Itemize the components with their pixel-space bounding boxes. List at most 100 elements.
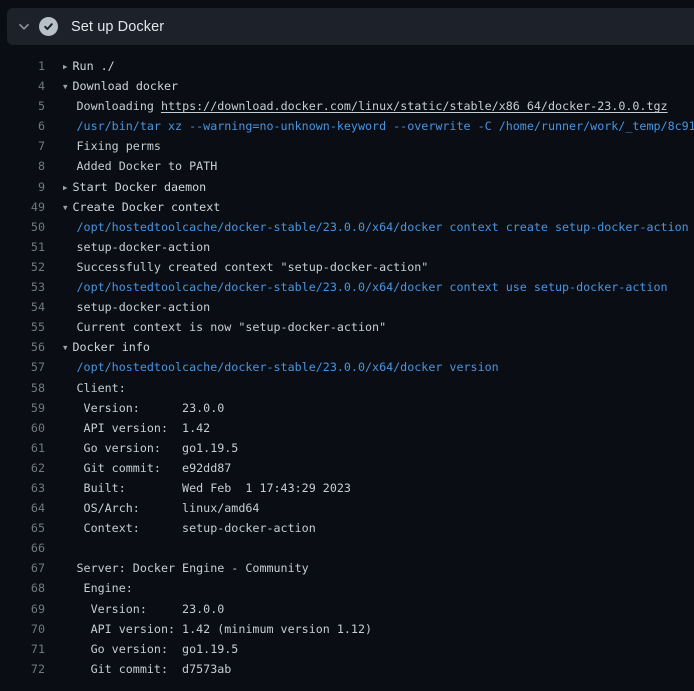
line-number[interactable]: 53 <box>0 277 45 297</box>
line-content[interactable]: ▶Start Docker daemon <box>45 177 206 197</box>
line-content: API version: 1.42 (minimum version 1.12) <box>45 619 372 639</box>
line-content: Added Docker to PATH <box>45 156 217 176</box>
line-content: Git commit: d7573ab <box>45 659 231 679</box>
log-text: OS/Arch: linux/amd64 <box>77 501 260 515</box>
line-content: Go version: go1.19.5 <box>45 438 238 458</box>
group-title: Start Docker daemon <box>73 180 207 194</box>
line-number[interactable]: 64 <box>0 498 45 518</box>
line-number[interactable]: 56 <box>0 337 45 357</box>
log-text: Go version: go1.19.5 <box>77 441 239 455</box>
step-header[interactable]: Set up Docker <box>7 8 694 45</box>
log-line: 50/opt/hostedtoolcache/docker-stable/23.… <box>0 217 694 237</box>
log-text: Downloading <box>77 99 161 113</box>
command-text: /opt/hostedtoolcache/docker-stable/23.0.… <box>77 280 668 294</box>
line-number[interactable]: 66 <box>0 538 45 558</box>
line-content: Context: setup-docker-action <box>45 518 316 538</box>
line-number[interactable]: 67 <box>0 558 45 578</box>
log-line: 53/opt/hostedtoolcache/docker-stable/23.… <box>0 277 694 297</box>
line-content: Successfully created context "setup-dock… <box>45 257 428 277</box>
line-number[interactable]: 52 <box>0 257 45 277</box>
line-number[interactable]: 49 <box>0 197 45 217</box>
line-number[interactable]: 57 <box>0 357 45 377</box>
log-link[interactable]: https://download.docker.com/linux/static… <box>161 99 668 113</box>
log-text: Fixing perms <box>77 139 161 153</box>
command-text: /opt/hostedtoolcache/docker-stable/23.0.… <box>77 220 689 234</box>
chevron-expanded-icon[interactable]: ▼ <box>63 198 73 217</box>
chevron-down-icon[interactable] <box>18 21 30 33</box>
line-number[interactable]: 1 <box>0 56 45 76</box>
line-number[interactable]: 54 <box>0 297 45 317</box>
chevron-expanded-icon[interactable]: ▼ <box>63 77 73 96</box>
chevron-collapsed-icon[interactable]: ▶ <box>63 178 73 197</box>
group-title: Docker info <box>73 340 150 354</box>
line-number[interactable]: 8 <box>0 156 45 176</box>
log-line: 56▼Docker info <box>0 337 694 357</box>
line-number[interactable]: 60 <box>0 418 45 438</box>
line-content[interactable]: ▶Run ./ <box>45 56 115 76</box>
log-line: 57/opt/hostedtoolcache/docker-stable/23.… <box>0 357 694 377</box>
line-content: setup-docker-action <box>45 297 210 317</box>
line-number[interactable]: 65 <box>0 518 45 538</box>
log-text: Added Docker to PATH <box>77 159 218 173</box>
chevron-expanded-icon[interactable]: ▼ <box>63 338 73 357</box>
log-text: API version: 1.42 <box>77 421 211 435</box>
line-number[interactable]: 55 <box>0 317 45 337</box>
line-number[interactable]: 72 <box>0 659 45 679</box>
group-title: Run ./ <box>73 59 115 73</box>
chevron-collapsed-icon[interactable]: ▶ <box>63 57 73 76</box>
log-line: 61 Go version: go1.19.5 <box>0 438 694 458</box>
line-number[interactable]: 5 <box>0 96 45 116</box>
line-number[interactable]: 70 <box>0 619 45 639</box>
log-line: 49▼Create Docker context <box>0 197 694 217</box>
line-number[interactable]: 6 <box>0 116 45 136</box>
step-title: Set up Docker <box>71 19 164 35</box>
line-number[interactable]: 63 <box>0 478 45 498</box>
line-content <box>45 538 77 558</box>
line-content: Version: 23.0.0 <box>45 599 224 619</box>
log-line: 68 Engine: <box>0 578 694 598</box>
line-number[interactable]: 68 <box>0 578 45 598</box>
line-content: Engine: <box>45 578 133 598</box>
line-content[interactable]: ▼Download docker <box>45 76 178 96</box>
log-line: 66 <box>0 538 694 558</box>
line-number[interactable]: 7 <box>0 136 45 156</box>
log-line: 6/usr/bin/tar xz --warning=no-unknown-ke… <box>0 116 694 136</box>
log-text: Built: Wed Feb 1 17:43:29 2023 <box>77 481 351 495</box>
line-number[interactable]: 71 <box>0 639 45 659</box>
line-content[interactable]: ▼Docker info <box>45 337 150 357</box>
log-line: 7 Fixing perms <box>0 136 694 156</box>
log-text: Server: Docker Engine - Community <box>77 561 309 575</box>
line-content: Git commit: e92dd87 <box>45 458 231 478</box>
line-content: API version: 1.42 <box>45 418 210 438</box>
line-number[interactable]: 51 <box>0 237 45 257</box>
log-text: setup-docker-action <box>77 300 211 314</box>
line-number[interactable]: 61 <box>0 438 45 458</box>
group-title: Create Docker context <box>73 200 221 214</box>
line-number[interactable]: 50 <box>0 217 45 237</box>
line-content: Go version: go1.19.5 <box>45 639 238 659</box>
log-text: setup-docker-action <box>77 240 211 254</box>
line-number[interactable]: 58 <box>0 378 45 398</box>
line-content: OS/Arch: linux/amd64 <box>45 498 259 518</box>
log-text: Go version: go1.19.5 <box>77 642 239 656</box>
log-line: 60 API version: 1.42 <box>0 418 694 438</box>
line-number[interactable]: 59 <box>0 398 45 418</box>
line-number[interactable]: 62 <box>0 458 45 478</box>
log-line: 52Successfully created context "setup-do… <box>0 257 694 277</box>
line-number[interactable]: 4 <box>0 76 45 96</box>
log-line: 55 Current context is now "setup-docker-a… <box>0 317 694 337</box>
log-text: API version: 1.42 (minimum version 1.12) <box>77 622 373 636</box>
line-content[interactable]: ▼Create Docker context <box>45 197 220 217</box>
command-text: /opt/hostedtoolcache/docker-stable/23.0.… <box>77 360 499 374</box>
status-success-icon <box>39 17 58 36</box>
line-number[interactable]: 69 <box>0 599 45 619</box>
log-text: Current context is now "setup-docker-act… <box>77 320 387 334</box>
group-title: Download docker <box>73 79 179 93</box>
log-line: 70 API version: 1.42 (minimum version 1.… <box>0 619 694 639</box>
line-number[interactable]: 9 <box>0 177 45 197</box>
log-line: 58Client: <box>0 378 694 398</box>
log-text: Git commit: d7573ab <box>77 662 232 676</box>
line-content: setup-docker-action <box>45 237 210 257</box>
log-line: 51 setup-docker-action <box>0 237 694 257</box>
log-line: 72 Git commit: d7573ab <box>0 659 694 679</box>
